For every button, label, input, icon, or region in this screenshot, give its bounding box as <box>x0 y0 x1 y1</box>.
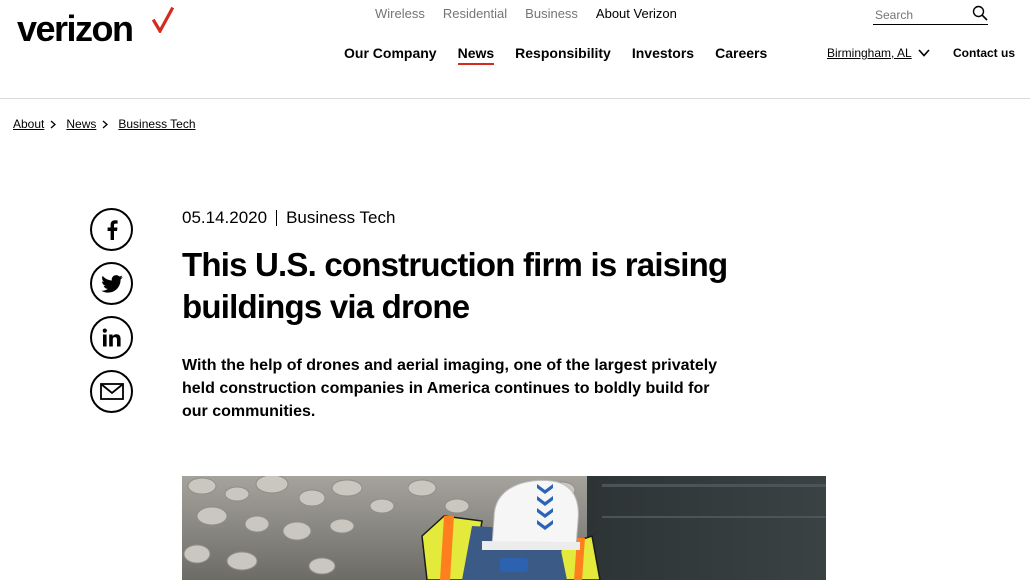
location-label: Birmingham, AL <box>827 46 912 60</box>
facebook-share-button[interactable] <box>90 208 133 251</box>
nav-our-company[interactable]: Our Company <box>344 45 437 65</box>
meta-divider <box>276 210 278 226</box>
search-box <box>873 5 988 25</box>
article-date: 05.14.2020 <box>182 208 268 227</box>
verizon-logo[interactable]: verizon <box>17 8 134 50</box>
breadcrumb-about[interactable]: About <box>13 117 44 131</box>
social-share-bar <box>90 208 133 424</box>
article-category: Business Tech <box>286 208 396 227</box>
twitter-share-button[interactable] <box>90 262 133 305</box>
location-selector[interactable]: Birmingham, AL <box>827 46 930 60</box>
hero-image <box>182 476 826 580</box>
checkmark-logo-icon <box>152 7 174 33</box>
search-input[interactable] <box>873 5 968 22</box>
breadcrumb: About News Business Tech <box>13 117 196 131</box>
email-share-button[interactable] <box>90 370 133 413</box>
twitter-icon <box>100 274 123 293</box>
facebook-icon <box>107 219 118 240</box>
linkedin-icon <box>102 328 121 346</box>
nav-news[interactable]: News <box>457 45 495 65</box>
email-icon <box>99 383 124 400</box>
nav-responsibility[interactable]: Responsibility <box>515 45 611 65</box>
utility-nav: Wireless Residential Business About Veri… <box>375 6 695 21</box>
article-meta: 05.14.2020 Business Tech <box>182 208 742 228</box>
construction-worker-photo <box>182 476 826 580</box>
chevron-right-icon <box>50 120 57 129</box>
chevron-right-icon <box>102 120 109 129</box>
utility-link-residential[interactable]: Residential <box>443 6 507 21</box>
utility-link-business[interactable]: Business <box>525 6 578 21</box>
article-title: This U.S. construction firm is raising b… <box>182 246 728 325</box>
search-icon[interactable] <box>972 5 988 21</box>
breadcrumb-business-tech[interactable]: Business Tech <box>118 117 195 131</box>
utility-link-wireless[interactable]: Wireless <box>375 6 425 21</box>
linkedin-share-button[interactable] <box>90 316 133 359</box>
utility-link-about-verizon[interactable]: About Verizon <box>596 6 677 21</box>
breadcrumb-news[interactable]: News <box>66 117 96 131</box>
article-summary: With the help of drones and aerial imagi… <box>182 357 718 420</box>
site-header: verizon Wireless Residential Business Ab… <box>0 0 1030 99</box>
article: 05.14.2020 Business Tech This U.S. const… <box>182 208 742 423</box>
nav-investors[interactable]: Investors <box>632 45 694 65</box>
nav-careers[interactable]: Careers <box>715 45 767 65</box>
chevron-down-icon <box>918 49 930 57</box>
contact-us-link[interactable]: Contact us <box>953 46 1015 60</box>
main-nav: Our Company News Responsibility Investor… <box>344 45 788 65</box>
